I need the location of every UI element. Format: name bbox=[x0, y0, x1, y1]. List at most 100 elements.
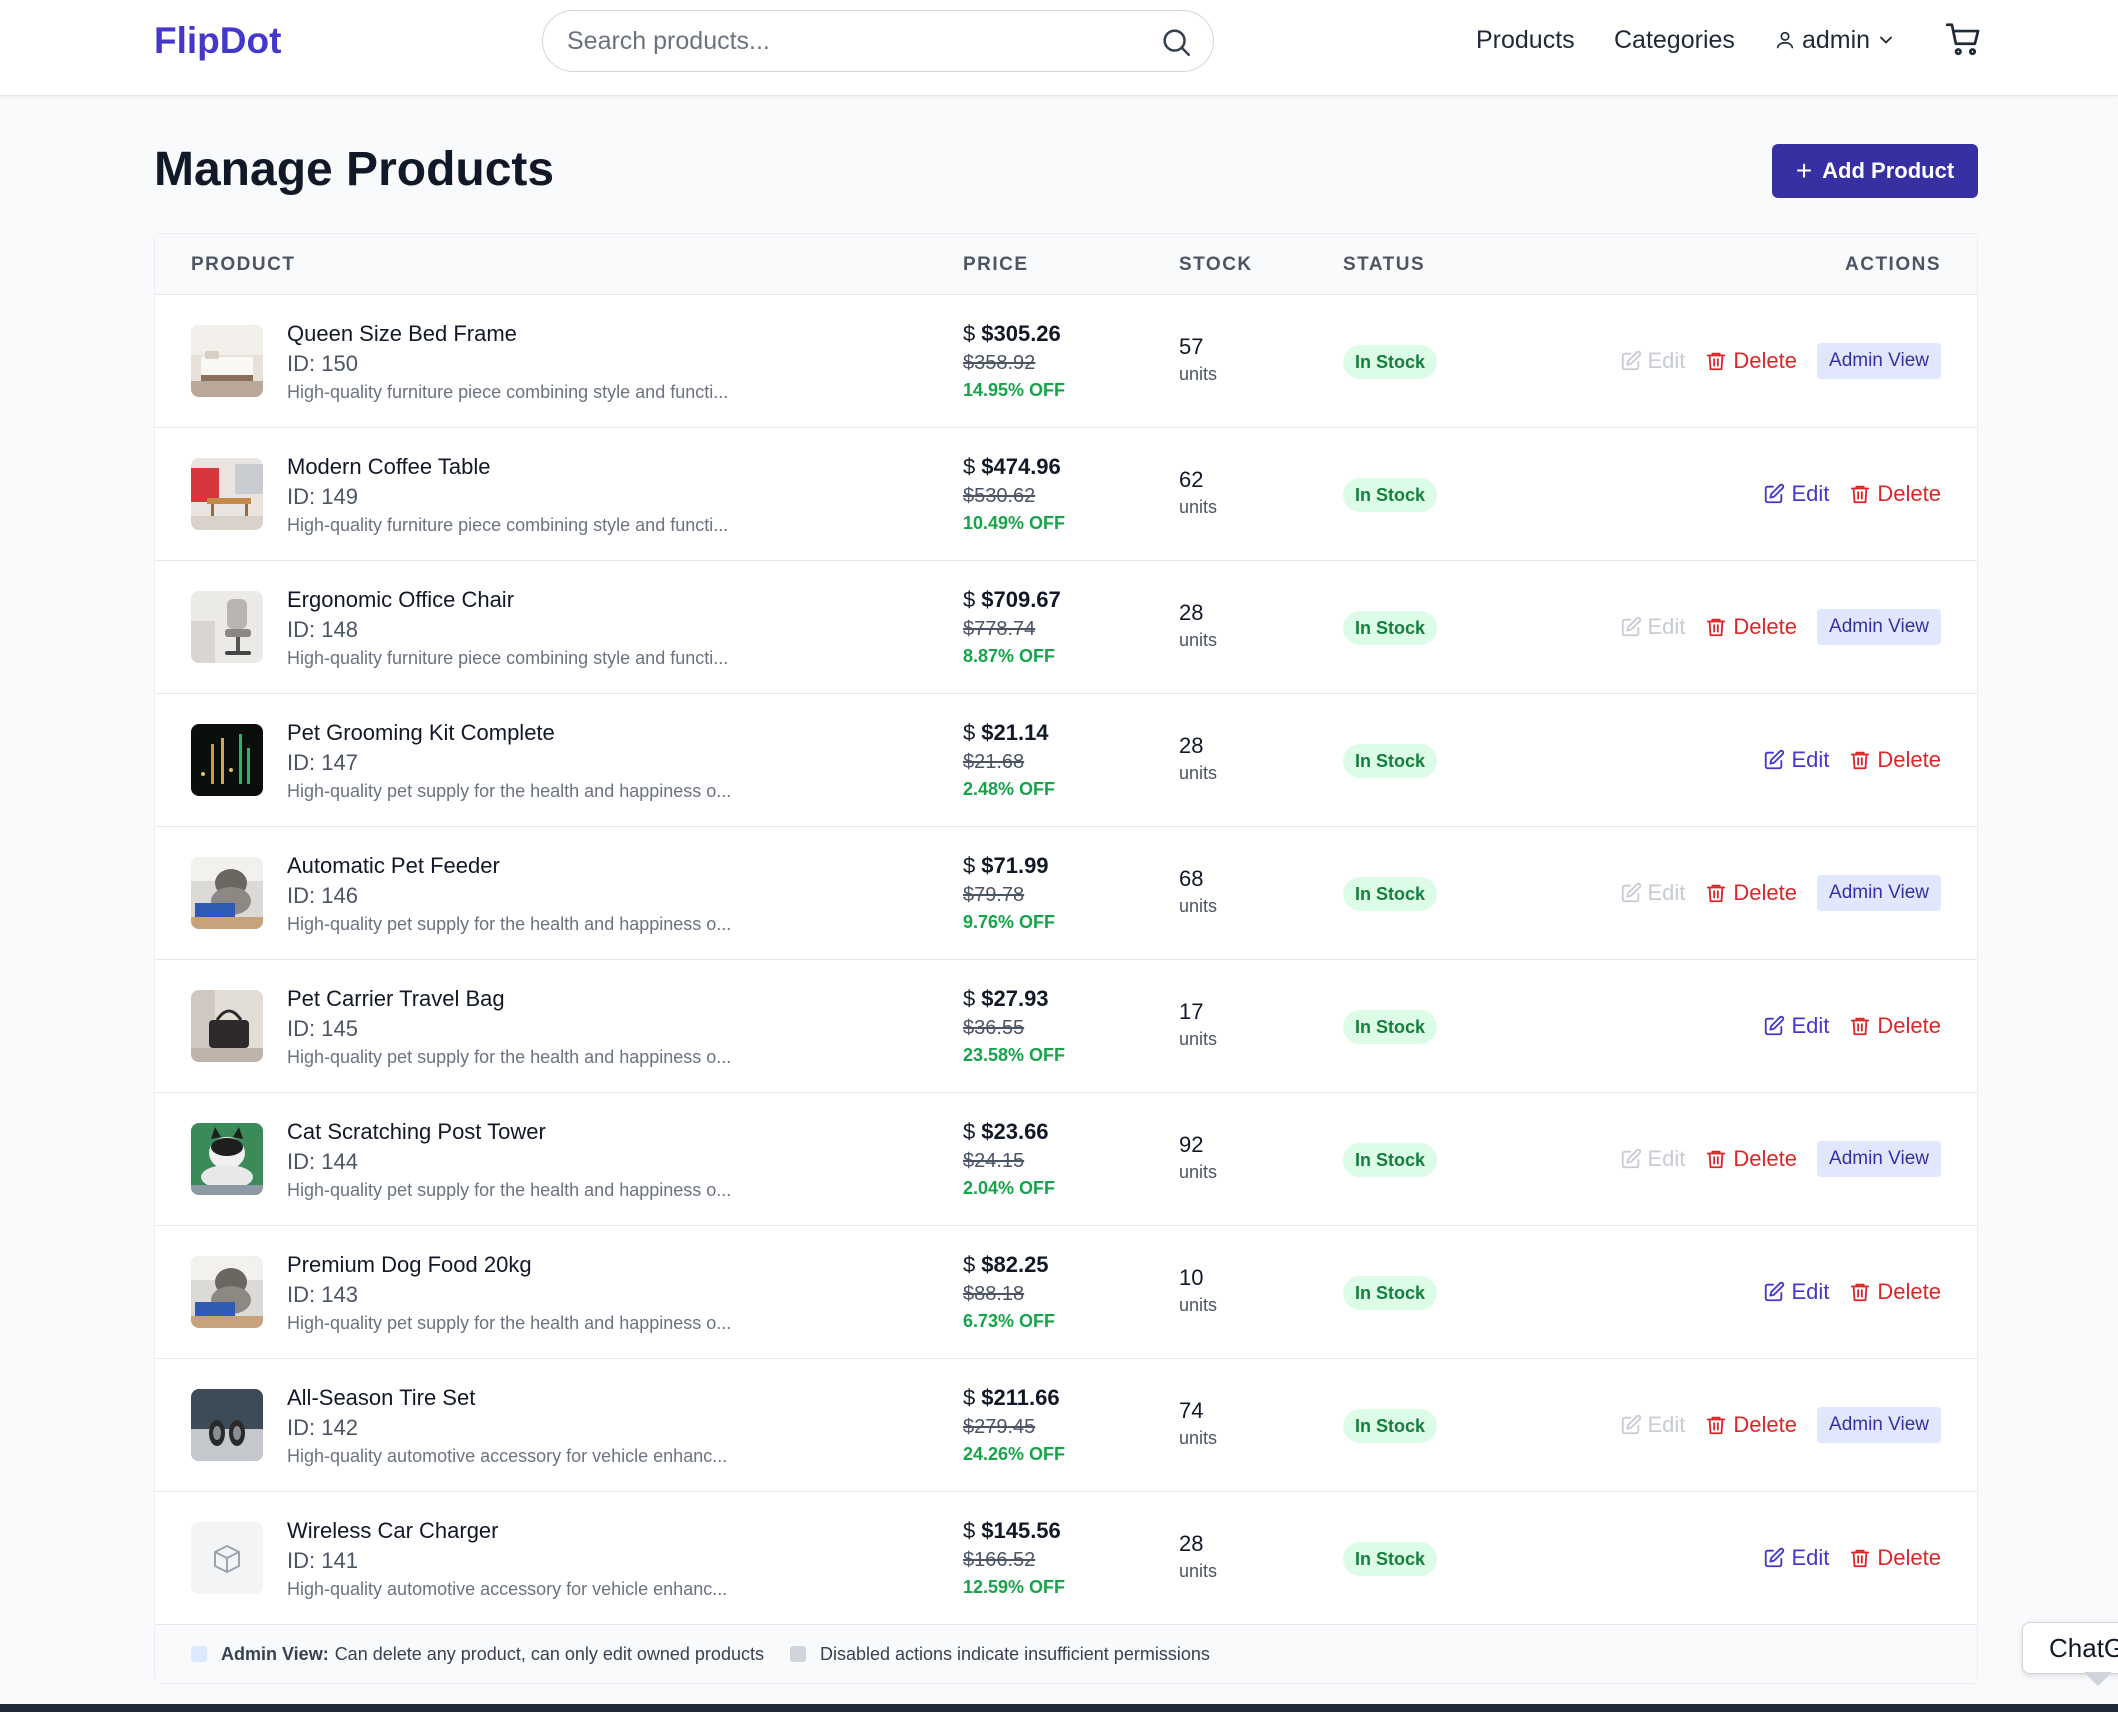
delete-label: Delete bbox=[1733, 1412, 1798, 1437]
product-id: ID: 143 bbox=[287, 1282, 358, 1307]
product-id: ID: 145 bbox=[287, 1016, 358, 1041]
status-badge: In Stock bbox=[1343, 611, 1438, 645]
delete-label: Delete bbox=[1877, 1545, 1941, 1570]
stock-units: units bbox=[1179, 763, 1218, 783]
price-original: $36.55 bbox=[963, 1017, 1025, 1039]
trash-icon bbox=[1705, 350, 1727, 372]
trash-icon bbox=[1849, 1281, 1871, 1303]
product-description: High-quality pet supply for the health a… bbox=[287, 781, 732, 801]
stock-count: 17 bbox=[1179, 999, 1204, 1024]
delete-button[interactable]: Delete bbox=[1849, 1543, 1941, 1573]
stock-count: 57 bbox=[1179, 334, 1204, 359]
discount-label: 9.76% OFF bbox=[963, 912, 1056, 932]
product-id: ID: 146 bbox=[287, 883, 358, 908]
add-product-button[interactable]: + Add Product bbox=[1772, 144, 1978, 198]
product-id: ID: 148 bbox=[287, 617, 358, 642]
delete-button[interactable]: Delete bbox=[1849, 745, 1941, 775]
product-name[interactable]: Wireless Car Charger bbox=[287, 1516, 499, 1546]
edit-icon bbox=[1763, 483, 1785, 505]
header-actions: ACTIONS bbox=[1845, 254, 1941, 275]
edit-label: Edit bbox=[1791, 1545, 1830, 1570]
delete-button[interactable]: Delete bbox=[1849, 1011, 1941, 1041]
cart-icon[interactable] bbox=[1944, 20, 1982, 58]
delete-button[interactable]: Delete bbox=[1705, 878, 1797, 908]
product-name[interactable]: Automatic Pet Feeder bbox=[287, 851, 500, 881]
product-description: High-quality furniture piece combining s… bbox=[287, 515, 729, 535]
price-value: $211.66 bbox=[981, 1385, 1060, 1410]
trash-icon bbox=[1849, 749, 1871, 771]
discount-label: 24.26% OFF bbox=[963, 1444, 1066, 1464]
price-current: $ $27.93 bbox=[963, 984, 1049, 1014]
table-row: Cat Scratching Post Tower ID: 144 High-q… bbox=[155, 1093, 1977, 1226]
product-name[interactable]: Pet Carrier Travel Bag bbox=[287, 984, 505, 1014]
add-product-label: Add Product bbox=[1822, 158, 1955, 183]
price-current: $ $305.26 bbox=[963, 319, 1061, 349]
admin-view-badge: Admin View bbox=[1817, 1141, 1941, 1177]
product-name[interactable]: Premium Dog Food 20kg bbox=[287, 1250, 532, 1280]
price-current: $ $21.14 bbox=[963, 718, 1049, 748]
edit-button[interactable]: Edit bbox=[1763, 1277, 1829, 1307]
discount-label: 23.58% OFF bbox=[963, 1045, 1066, 1065]
admin-view-badge: Admin View bbox=[1817, 1407, 1941, 1443]
delete-label: Delete bbox=[1733, 880, 1798, 905]
delete-button[interactable]: Delete bbox=[1705, 612, 1797, 642]
search-bar[interactable] bbox=[542, 10, 1214, 72]
delete-button[interactable]: Delete bbox=[1705, 1144, 1797, 1174]
delete-label: Delete bbox=[1733, 348, 1798, 373]
product-thumbnail bbox=[191, 724, 263, 796]
dollar-icon: $ bbox=[963, 454, 976, 479]
stock-units: units bbox=[1179, 896, 1218, 916]
product-name[interactable]: Modern Coffee Table bbox=[287, 452, 490, 482]
nav-categories-link[interactable]: Categories bbox=[1614, 22, 1735, 58]
row-actions: Edit Delete Admin View bbox=[1620, 873, 1941, 913]
chevron-down-icon bbox=[1880, 36, 1893, 44]
product-description: High-quality pet supply for the health a… bbox=[287, 1047, 732, 1067]
products-table: PRODUCT PRICE STOCK STATUS ACTIONS Queen… bbox=[154, 233, 1978, 1684]
price-current: $ $23.66 bbox=[963, 1117, 1049, 1147]
product-id: ID: 147 bbox=[287, 750, 358, 775]
discount-label: 12.59% OFF bbox=[963, 1577, 1066, 1597]
chat-widget-button[interactable]: ChatG bbox=[2022, 1622, 2118, 1674]
user-menu[interactable]: admin bbox=[1774, 22, 1896, 58]
edit-button-disabled: Edit bbox=[1620, 612, 1685, 642]
price-value: $82.25 bbox=[981, 1252, 1049, 1277]
product-thumbnail bbox=[191, 857, 263, 929]
edit-button[interactable]: Edit bbox=[1763, 479, 1829, 509]
edit-button-disabled: Edit bbox=[1620, 346, 1685, 376]
table-row: Premium Dog Food 20kg ID: 143 High-quali… bbox=[155, 1226, 1977, 1359]
product-name[interactable]: Queen Size Bed Frame bbox=[287, 319, 517, 349]
edit-button[interactable]: Edit bbox=[1763, 1543, 1829, 1573]
product-thumbnail bbox=[191, 1123, 263, 1195]
edit-button[interactable]: Edit bbox=[1763, 745, 1829, 775]
price-original: $279.45 bbox=[963, 1416, 1036, 1438]
product-name[interactable]: Pet Grooming Kit Complete bbox=[287, 718, 555, 748]
status-badge: In Stock bbox=[1343, 1010, 1438, 1044]
bottom-edge bbox=[0, 1704, 2118, 1712]
logo[interactable]: FlipDot bbox=[154, 18, 281, 64]
discount-label: 14.95% OFF bbox=[963, 380, 1066, 400]
edit-button[interactable]: Edit bbox=[1763, 1011, 1829, 1041]
delete-label: Delete bbox=[1877, 1013, 1941, 1038]
delete-button[interactable]: Delete bbox=[1849, 479, 1941, 509]
delete-button[interactable]: Delete bbox=[1849, 1277, 1941, 1307]
header-stock: STOCK bbox=[1179, 254, 1253, 275]
product-thumbnail bbox=[191, 325, 263, 397]
row-actions: Edit Delete bbox=[1763, 1006, 1941, 1046]
status-badge: In Stock bbox=[1343, 345, 1438, 379]
dollar-icon: $ bbox=[963, 1385, 976, 1410]
row-actions: Edit Delete Admin View bbox=[1620, 607, 1941, 647]
product-name[interactable]: All-Season Tire Set bbox=[287, 1383, 475, 1413]
delete-button[interactable]: Delete bbox=[1705, 1410, 1797, 1440]
product-name[interactable]: Cat Scratching Post Tower bbox=[287, 1117, 546, 1147]
header-status: STATUS bbox=[1343, 254, 1426, 275]
status-badge: In Stock bbox=[1343, 1409, 1438, 1443]
price-original: $530.62 bbox=[963, 485, 1036, 507]
dollar-icon: $ bbox=[963, 1119, 976, 1144]
search-icon[interactable] bbox=[1159, 25, 1193, 59]
row-actions: Edit Delete Admin View bbox=[1620, 1139, 1941, 1179]
trash-icon bbox=[1705, 882, 1727, 904]
delete-button[interactable]: Delete bbox=[1705, 346, 1797, 376]
product-name[interactable]: Ergonomic Office Chair bbox=[287, 585, 514, 615]
search-input[interactable] bbox=[567, 19, 1127, 63]
nav-products-link[interactable]: Products bbox=[1476, 22, 1575, 58]
